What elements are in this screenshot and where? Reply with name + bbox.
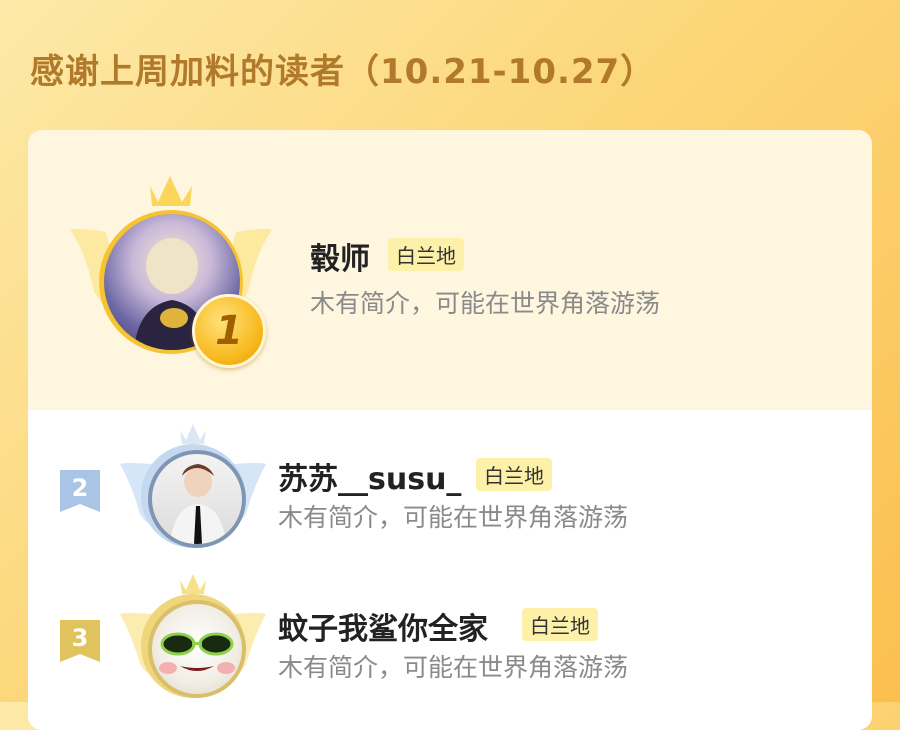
reader-item-1[interactable]: 1 毂师 白兰地 木有简介，可能在世界角落游荡 bbox=[28, 130, 872, 410]
reader-name[interactable]: 苏苏__susu_ bbox=[278, 454, 461, 498]
reader-desc: 木有简介，可能在世界角落游荡 bbox=[278, 653, 629, 682]
person-silhouette-icon bbox=[170, 464, 226, 544]
reader-item-3[interactable]: 3 蚊子我鲨你全家 白兰地 木有简介，可能在世界角落游荡 bbox=[28, 560, 872, 730]
rank-number-2: 2 bbox=[71, 474, 89, 502]
rank-number-3: 3 bbox=[71, 624, 89, 652]
cartoon-sunglasses-face-icon bbox=[159, 632, 235, 674]
page-title: 感谢上周加料的读者（10.21-10.27） bbox=[30, 52, 656, 92]
ranking-card: 1 毂师 白兰地 木有简介，可能在世界角落游荡 2 苏苏__susu_ 白兰地 … bbox=[28, 130, 872, 730]
reader-name[interactable]: 毂师 bbox=[310, 234, 370, 278]
reader-tag: 白兰地 bbox=[476, 458, 552, 491]
reader-desc: 木有简介，可能在世界角落游荡 bbox=[278, 503, 629, 532]
reader-tag: 白兰地 bbox=[522, 608, 598, 641]
avatar-reader-2[interactable] bbox=[148, 450, 246, 548]
reader-desc: 木有简介，可能在世界角落游荡 bbox=[310, 289, 661, 318]
reader-item-2[interactable]: 2 苏苏__susu_ 白兰地 木有简介，可能在世界角落游荡 bbox=[28, 410, 872, 560]
rank-badge-1: 1 bbox=[192, 294, 266, 368]
ranking-list: 2 苏苏__susu_ 白兰地 木有简介，可能在世界角落游荡 3 蚊子我鲨你全家… bbox=[28, 410, 872, 730]
avatar-reader-3[interactable] bbox=[148, 600, 246, 698]
reader-name[interactable]: 蚊子我鲨你全家 bbox=[278, 604, 488, 648]
reader-tag: 白兰地 bbox=[388, 238, 464, 271]
